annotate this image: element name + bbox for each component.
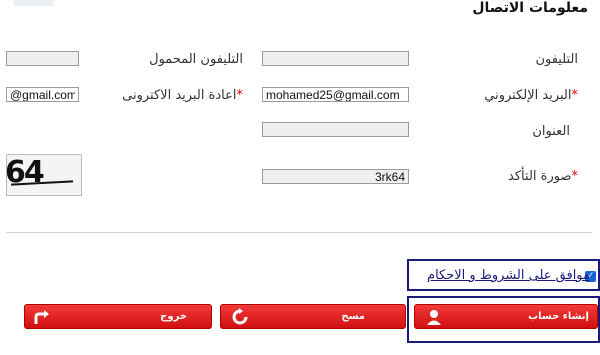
phone-label: التليفون bbox=[535, 52, 578, 67]
mobile-label: التليفون المحمول bbox=[149, 52, 243, 67]
captcha-image: 64 bbox=[6, 154, 82, 196]
exit-label: خروج bbox=[160, 311, 187, 322]
divider bbox=[6, 232, 592, 233]
email-confirm-required-mark: * bbox=[236, 88, 244, 103]
address-label: العنوان bbox=[532, 124, 570, 139]
address-input[interactable] bbox=[262, 122, 409, 137]
mobile-input[interactable] bbox=[6, 51, 79, 66]
create-account-label: إنشاء حساب bbox=[528, 311, 589, 322]
email-confirm-input[interactable] bbox=[6, 87, 79, 102]
create-account-button[interactable]: إنشاء حساب bbox=[414, 304, 598, 329]
terms-label[interactable]: موافق على الشروط و الاحكام bbox=[427, 268, 590, 283]
captcha-required-mark: * bbox=[571, 169, 579, 184]
email-label: *البريد الإلكتروني bbox=[484, 88, 578, 103]
captcha-label-text: صورة التأكد bbox=[508, 169, 572, 184]
email-label-text: البريد الإلكتروني bbox=[484, 88, 572, 103]
clear-label: مسح bbox=[341, 311, 365, 322]
email-confirm-label-text: اعادة البريد الاكترونى bbox=[122, 88, 237, 103]
refresh-icon bbox=[231, 308, 249, 326]
exit-button[interactable]: خروج bbox=[24, 304, 212, 329]
clear-button[interactable]: مسح bbox=[220, 304, 406, 329]
top-bar-fragment bbox=[14, 0, 54, 6]
captcha-label: *صورة التأكد bbox=[508, 169, 578, 184]
section-title: معلومات الاتصال bbox=[472, 0, 588, 16]
exit-arrow-icon bbox=[33, 308, 51, 326]
email-confirm-label: *اعادة البريد الاكترونى bbox=[122, 88, 243, 103]
captcha-input[interactable] bbox=[262, 169, 409, 184]
user-icon bbox=[425, 308, 443, 326]
email-required-mark: * bbox=[571, 88, 579, 103]
phone-input[interactable] bbox=[262, 51, 409, 66]
email-input[interactable] bbox=[262, 87, 409, 102]
